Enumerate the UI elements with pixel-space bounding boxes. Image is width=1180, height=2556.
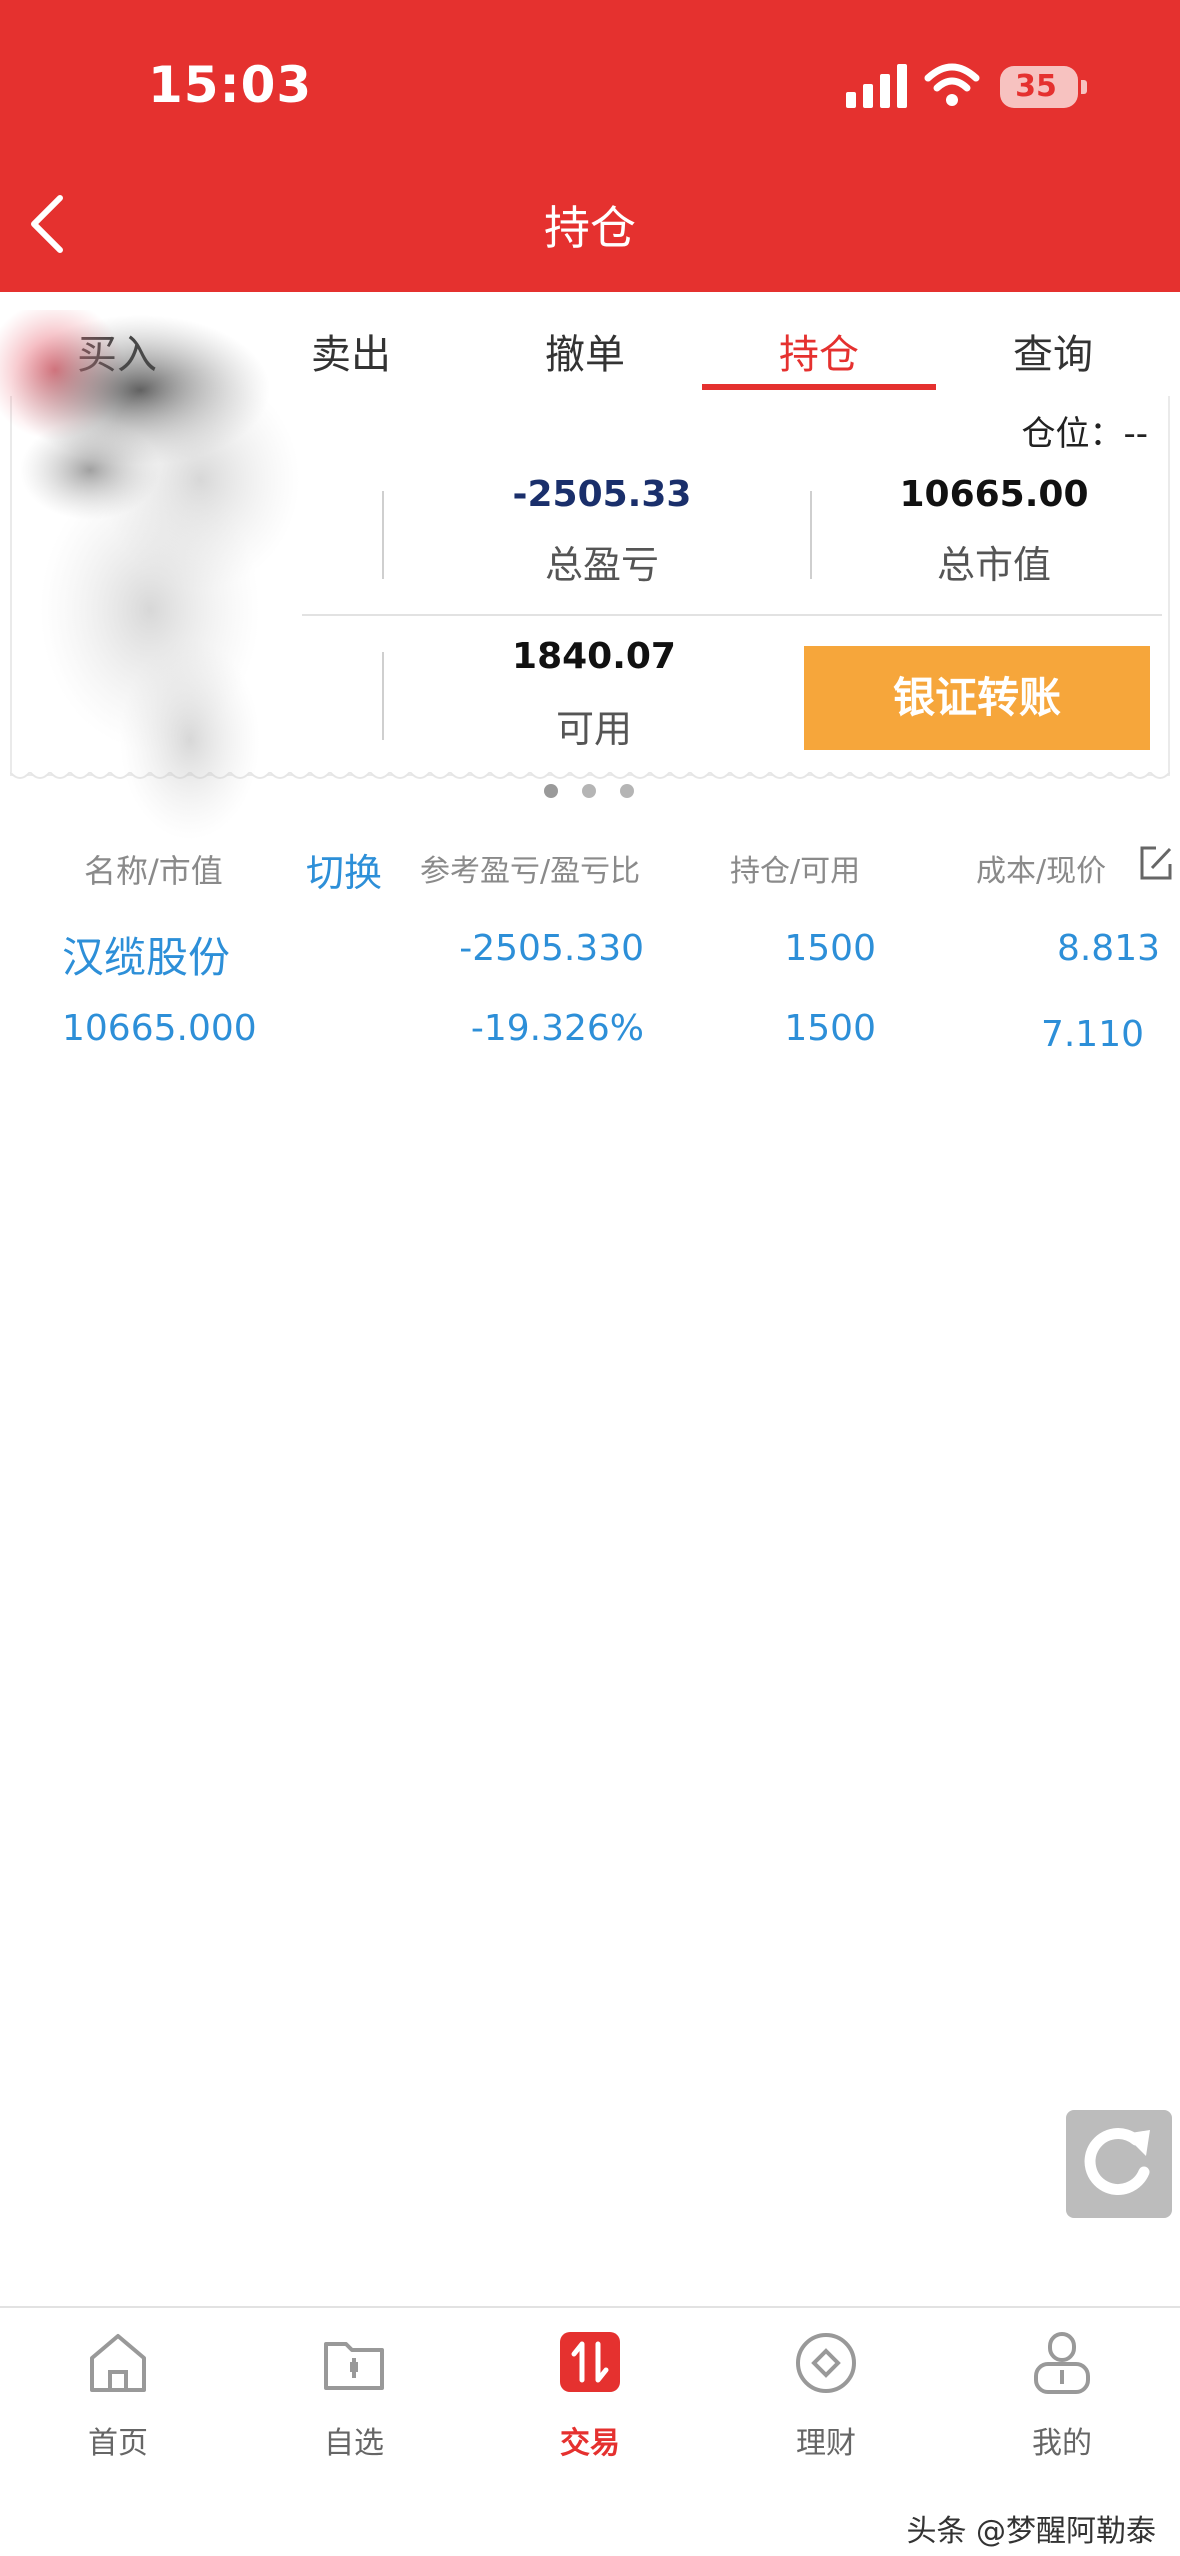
battery-nub	[1081, 80, 1087, 94]
stock-profit-ratio: -19.326%	[470, 1008, 644, 1049]
user-icon	[1034, 2332, 1090, 2394]
nav-home[interactable]: 首页	[0, 2308, 236, 2508]
stock-market-value: 10665.000	[62, 1008, 257, 1049]
market-value-value: 10665.00	[899, 474, 1089, 515]
active-tab-indicator	[702, 384, 936, 390]
trade-icon	[560, 2332, 620, 2392]
nav-label: 首页	[88, 2426, 148, 2461]
page-dot	[620, 784, 634, 798]
table-row[interactable]: 10665.000 -19.326% 1500 7.110	[0, 1000, 1180, 1080]
available-funds-value: 1840.07	[512, 636, 676, 677]
nav-label: 我的	[1032, 2426, 1092, 2461]
divider	[382, 652, 384, 740]
col-profit-ratio: 参考盈亏/盈亏比	[420, 854, 641, 889]
signal-icon	[846, 64, 907, 108]
edit-icon[interactable]	[1138, 844, 1174, 882]
table-row[interactable]: 汉缆股份 -2505.330 1500 8.813	[0, 918, 1180, 998]
available-funds-label: 可用	[555, 707, 632, 751]
total-profit-value: -2505.33	[512, 474, 692, 515]
stock-price: 7.110	[1040, 1014, 1144, 1055]
tab-query[interactable]: 查询	[936, 322, 1170, 380]
nav-label: 理财	[796, 2426, 856, 2461]
page-dot	[544, 784, 558, 798]
divider	[302, 614, 1162, 616]
col-name-market-value: 名称/市值	[84, 852, 223, 890]
tab-holdings[interactable]: 持仓	[702, 322, 936, 380]
status-time: 15:03	[148, 56, 313, 114]
stock-name: 汉缆股份	[62, 933, 231, 982]
tab-cancel-order[interactable]: 撤单	[468, 322, 702, 380]
position-ratio: 仓位：--	[1021, 414, 1148, 454]
page-title: 持仓	[544, 201, 636, 255]
page-indicator	[540, 784, 640, 798]
nav-label: 自选	[324, 2426, 384, 2461]
stock-cost: 8.813	[1056, 928, 1160, 969]
refresh-icon	[1084, 2128, 1150, 2195]
battery-level: 35	[1015, 69, 1057, 104]
tab-buy[interactable]: 买入	[0, 322, 234, 380]
card-edge	[10, 772, 1170, 779]
stock-holding: 1500	[784, 928, 876, 969]
battery-indicator: 35	[1000, 66, 1087, 108]
app-header: 15:03 35 持仓	[0, 0, 1180, 292]
folder-icon	[324, 2342, 384, 2390]
nav-finance[interactable]: 理财	[708, 2308, 944, 2508]
trade-tabs: 买入 卖出 撤单 持仓 查询	[0, 292, 1180, 392]
finance-icon	[796, 2333, 856, 2393]
watermark-text: 头条 @梦醒阿勒泰	[906, 2514, 1156, 2549]
divider	[810, 491, 812, 579]
nav-profile[interactable]: 我的	[944, 2308, 1180, 2508]
page-dot	[582, 784, 596, 798]
nav-trade[interactable]: 交易	[472, 2308, 708, 2508]
bank-transfer-button[interactable]: 银证转账	[804, 646, 1150, 750]
tab-sell[interactable]: 卖出	[234, 322, 468, 380]
stock-profit: -2505.330	[459, 928, 644, 969]
refresh-button[interactable]	[1066, 2110, 1172, 2218]
account-summary-card: 仓位：-- -2505.33 总盈亏 10665.00 总市值 1840.07 …	[10, 396, 1170, 776]
market-value-label: 总市值	[936, 543, 1051, 587]
col-cost-price: 成本/现价	[976, 854, 1107, 889]
col-holding-available: 持仓/可用	[730, 854, 861, 889]
nav-label: 交易	[560, 2426, 620, 2461]
stock-available: 1500	[784, 1008, 876, 1049]
nav-watchlist[interactable]: 自选	[236, 2308, 472, 2508]
switch-button[interactable]: 切换	[306, 842, 382, 897]
total-profit-label: 总盈亏	[544, 543, 659, 587]
wifi-icon	[924, 63, 980, 106]
holdings-list-header: 名称/市值 切换 参考盈亏/盈亏比 持仓/可用 成本/现价	[0, 830, 1180, 906]
divider	[382, 491, 384, 579]
home-icon	[90, 2334, 146, 2392]
